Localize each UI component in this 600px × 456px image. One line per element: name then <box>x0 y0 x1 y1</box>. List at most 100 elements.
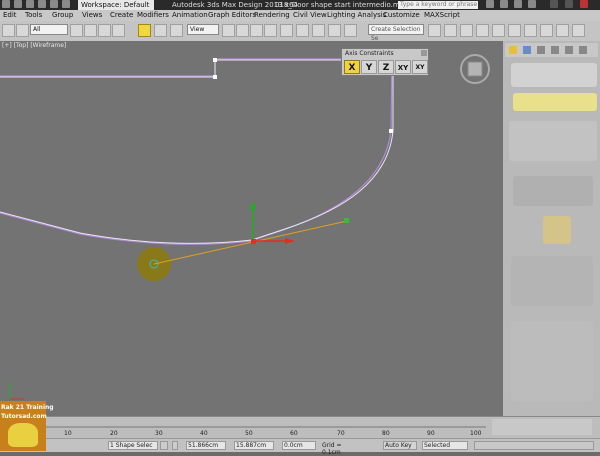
spline-vertex[interactable] <box>213 75 217 79</box>
menu-tools[interactable]: Tools <box>25 10 42 21</box>
axis-xy-button[interactable]: XY <box>395 60 411 74</box>
axis-xy-flyout-button[interactable]: XY <box>412 60 428 74</box>
align-button[interactable] <box>444 24 457 37</box>
maximize-icon[interactable] <box>565 0 573 8</box>
snap-toggle-button[interactable] <box>264 24 277 37</box>
ref-coord-dropdown[interactable]: View <box>187 24 219 35</box>
select-manipulate-button[interactable] <box>236 24 249 37</box>
curve-editor-button[interactable] <box>492 24 505 37</box>
motion-tab-icon[interactable] <box>551 46 559 54</box>
select-move-button[interactable] <box>138 24 151 37</box>
viewport-label[interactable]: [+] [Top] [Wireframe] <box>2 42 66 49</box>
select-scale-button[interactable] <box>170 24 183 37</box>
gizmo-x-arrow-icon[interactable] <box>285 238 295 244</box>
utilities-tab-icon[interactable] <box>579 46 587 54</box>
schematic-view-button[interactable] <box>508 24 521 37</box>
graphite-button[interactable] <box>476 24 489 37</box>
menu-edit[interactable]: Edit <box>3 10 17 21</box>
track-bar[interactable]: 10 20 30 40 50 60 70 80 90 100 <box>0 416 600 439</box>
star-icon[interactable] <box>514 0 522 8</box>
spline-vertex[interactable] <box>389 129 393 133</box>
save-icon[interactable] <box>38 0 46 8</box>
bezier-tangent-handle[interactable] <box>153 220 348 265</box>
undo-icon[interactable] <box>50 0 58 8</box>
layer-manager-button[interactable] <box>460 24 473 37</box>
command-panel <box>503 41 600 416</box>
menu-graph-editors[interactable]: Graph Editors <box>208 10 256 21</box>
mirror-button[interactable] <box>428 24 441 37</box>
gizmo-center[interactable] <box>251 239 256 244</box>
absolute-mode-icon[interactable] <box>172 441 178 450</box>
menu-animation[interactable]: Animation <box>172 10 208 21</box>
undo-button[interactable] <box>2 24 15 37</box>
workspace-dropdown[interactable]: Workspace: Default <box>78 0 154 10</box>
menu-civil-view[interactable]: Civil View <box>293 10 327 21</box>
percent-snap-button[interactable] <box>312 24 325 37</box>
close-icon[interactable] <box>580 0 588 8</box>
snaps-2-5-button[interactable] <box>280 24 293 37</box>
x-coordinate-field[interactable]: 51.866cm <box>186 441 226 450</box>
infocenter-icon[interactable] <box>500 0 508 8</box>
selection-filter-dropdown[interactable]: All <box>30 24 68 35</box>
nav-controls[interactable] <box>474 441 594 450</box>
close-icon[interactable] <box>421 50 427 56</box>
playback-controls[interactable] <box>492 419 592 435</box>
window-crossing-button[interactable] <box>112 24 125 37</box>
axis-z-button[interactable]: Z <box>378 60 394 74</box>
modifier-stack[interactable] <box>509 121 597 161</box>
angle-snap-button[interactable] <box>296 24 309 37</box>
app-menu-icon[interactable] <box>2 0 10 8</box>
axis-x-button[interactable]: X <box>344 60 360 74</box>
keyboard-shortcut-button[interactable] <box>250 24 263 37</box>
material-editor-button[interactable] <box>524 24 537 37</box>
z-coordinate-field[interactable]: 0.0cm <box>282 441 316 450</box>
minimize-icon[interactable] <box>550 0 558 8</box>
link-button[interactable] <box>16 24 29 37</box>
menu-rendering[interactable]: Rendering <box>254 10 290 21</box>
menu-lighting-analysis[interactable]: Lighting Analysis <box>327 10 386 21</box>
key-filter-dropdown[interactable]: Selected <box>422 441 468 450</box>
hierarchy-tab-icon[interactable] <box>537 46 545 54</box>
select-rotate-button[interactable] <box>154 24 167 37</box>
edit-named-sel-button[interactable] <box>344 24 357 37</box>
rect-selection-button[interactable] <box>98 24 111 37</box>
menu-create[interactable]: Create <box>110 10 133 21</box>
redo-icon[interactable] <box>62 0 70 8</box>
open-file-icon[interactable] <box>26 0 34 8</box>
binoculars-icon[interactable] <box>486 0 494 8</box>
render-production-button[interactable] <box>572 24 585 37</box>
spinner-snap-button[interactable] <box>328 24 341 37</box>
select-by-name-button[interactable] <box>84 24 97 37</box>
rendered-frame-button[interactable] <box>556 24 569 37</box>
menu-group[interactable]: Group <box>52 10 73 21</box>
auto-key-button[interactable]: Auto Key <box>383 441 417 450</box>
pivot-center-button[interactable] <box>222 24 235 37</box>
viewcube-icon[interactable] <box>467 61 483 77</box>
help-icon[interactable] <box>528 0 536 8</box>
modify-tab-icon[interactable] <box>523 46 531 54</box>
render-setup-button[interactable] <box>540 24 553 37</box>
command-panel-tabs[interactable] <box>505 43 598 57</box>
axis-y-button[interactable]: Y <box>361 60 377 74</box>
gizmo-y-arrow-icon[interactable] <box>250 201 256 209</box>
create-tab-icon[interactable] <box>509 46 517 54</box>
menu-customize[interactable]: Customize <box>383 10 420 21</box>
viewport-top[interactable] <box>0 41 503 416</box>
viewport-canvas[interactable] <box>0 41 503 416</box>
menu-views[interactable]: Views <box>82 10 102 21</box>
named-selection-dropdown[interactable]: Create Selection Se <box>368 24 424 42</box>
menu-maxscript[interactable]: MAXScript <box>424 10 460 21</box>
modifier-list[interactable] <box>513 93 597 111</box>
tangent-handle-point[interactable] <box>344 218 349 223</box>
track-ruler[interactable] <box>46 417 486 429</box>
menu-modifiers[interactable]: Modifiers <box>137 10 169 21</box>
spline-shape[interactable] <box>0 59 394 244</box>
select-object-button[interactable] <box>70 24 83 37</box>
spline-vertex[interactable] <box>213 58 217 62</box>
help-search-input[interactable]: Type a keyword or phrase <box>398 1 478 9</box>
lock-selection-icon[interactable] <box>160 441 168 450</box>
display-tab-icon[interactable] <box>565 46 573 54</box>
new-file-icon[interactable] <box>14 0 22 8</box>
name-field[interactable] <box>511 63 597 87</box>
y-coordinate-field[interactable]: 15.887cm <box>234 441 274 450</box>
